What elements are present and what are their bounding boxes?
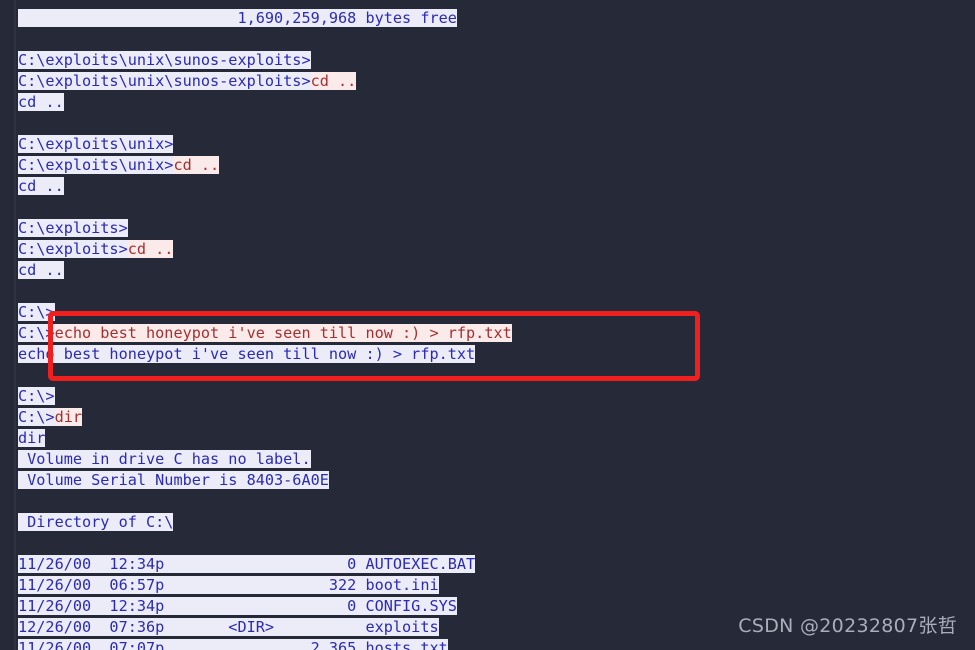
command-output: C:\> [18, 303, 55, 321]
typed-command: cd .. [173, 156, 220, 174]
terminal-line: 1,690,259,968 bytes free [18, 8, 975, 29]
terminal-line: C:\exploits\unix>cd .. [18, 155, 975, 176]
typed-command: dir [54, 408, 83, 426]
command-output: cd .. [18, 261, 64, 279]
typed-command: cd .. [310, 72, 357, 90]
command-output: cd .. [18, 177, 64, 195]
command-output: 11/26/00 07:07p 2,365 hosts.txt [18, 639, 448, 650]
terminal-line: echo best honeypot i've seen till now :)… [18, 344, 975, 365]
command-output: 11/26/00 12:34p 0 AUTOEXEC.BAT [18, 555, 476, 573]
terminal-line: dir [18, 428, 975, 449]
terminal-line: 11/26/00 12:34p 0 AUTOEXEC.BAT [18, 554, 975, 575]
command-output: echo best honeypot i've seen till now :)… [18, 345, 476, 363]
command-output: C:\> [18, 387, 55, 405]
command-output: cd .. [18, 93, 64, 111]
terminal-line: cd .. [18, 176, 975, 197]
command-output: dir [18, 429, 46, 447]
terminal-output-lines: 1,690,259,968 bytes free C:\exploits\uni… [18, 8, 975, 650]
command-prompt: C:\exploits> [18, 240, 128, 258]
terminal-line: C:\>echo best honeypot i've seen till no… [18, 323, 975, 344]
command-output: Directory of C:\ [18, 513, 174, 531]
command-output: C:\exploits> [18, 219, 128, 237]
command-output: Volume Serial Number is 8403-6A0E [18, 471, 329, 489]
command-output: C:\exploits\unix\sunos-exploits> [18, 51, 311, 69]
typed-command: cd .. [127, 240, 174, 258]
command-output: 11/26/00 06:57p 322 boot.ini [18, 576, 439, 594]
terminal-line: C:\exploits\unix\sunos-exploits>cd .. [18, 71, 975, 92]
command-output: C:\exploits\unix> [18, 135, 174, 153]
terminal-window: 1,690,259,968 bytes free C:\exploits\uni… [0, 0, 975, 650]
terminal-line: C:\exploits> [18, 218, 975, 239]
terminal-line: C:\exploits\unix\sunos-exploits> [18, 50, 975, 71]
command-prompt: C:\> [18, 324, 55, 342]
command-output: 12/26/00 07:36p <DIR> exploits [18, 618, 439, 636]
terminal-line: Volume Serial Number is 8403-6A0E [18, 470, 975, 491]
terminal-line: cd .. [18, 260, 975, 281]
left-gutter-stripe [14, 0, 16, 650]
command-output: Volume in drive C has no label. [18, 450, 311, 468]
command-prompt: C:\> [18, 408, 55, 426]
terminal-line: Volume in drive C has no label. [18, 449, 975, 470]
terminal-line: Directory of C:\ [18, 512, 975, 533]
csdn-watermark: CSDN @20232807张哲 [738, 615, 957, 637]
terminal-line: C:\> [18, 302, 975, 323]
terminal-line: 11/26/00 07:07p 2,365 hosts.txt [18, 638, 975, 650]
terminal-line: C:\>dir [18, 407, 975, 428]
terminal-line: C:\exploits>cd .. [18, 239, 975, 260]
typed-command: echo best honeypot i've seen till now :)… [54, 324, 512, 342]
command-output: 11/26/00 12:34p 0 CONFIG.SYS [18, 597, 457, 615]
terminal-line: C:\exploits\unix> [18, 134, 975, 155]
command-prompt: C:\exploits\unix> [18, 156, 174, 174]
command-output: 1,690,259,968 bytes free [18, 9, 457, 27]
terminal-line: cd .. [18, 92, 975, 113]
terminal-line: 11/26/00 06:57p 322 boot.ini [18, 575, 975, 596]
command-prompt: C:\exploits\unix\sunos-exploits> [18, 72, 311, 90]
terminal-line: C:\> [18, 386, 975, 407]
